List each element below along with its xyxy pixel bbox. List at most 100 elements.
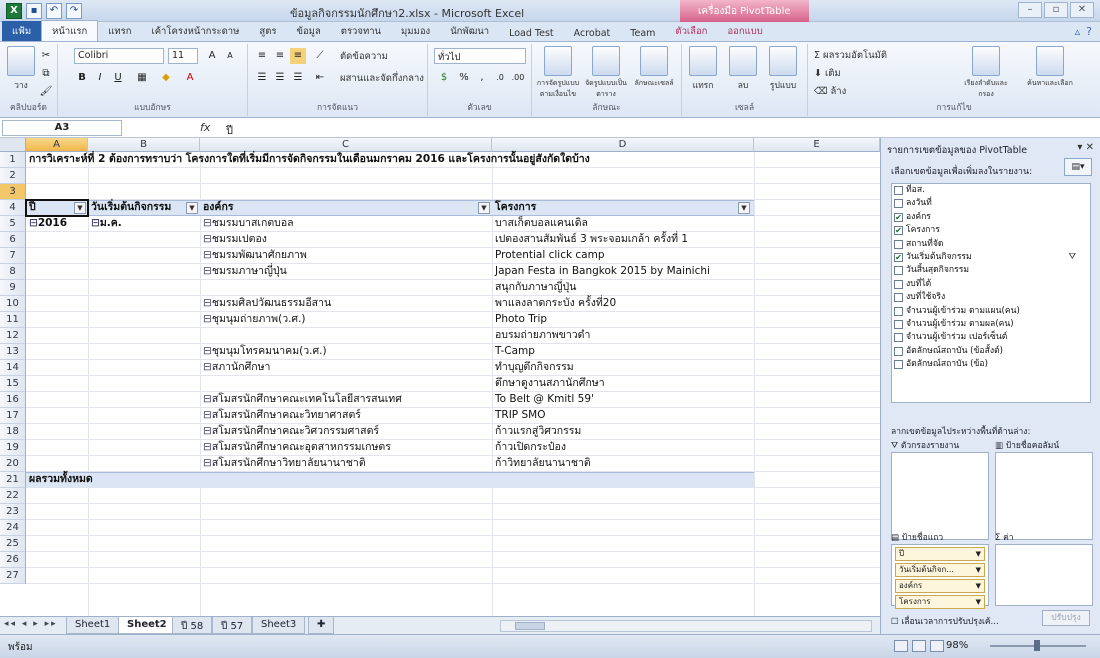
grow-font-icon[interactable]: A: [204, 48, 220, 64]
row-header[interactable]: 22: [0, 488, 26, 504]
collapse-icon[interactable]: ⊟: [29, 217, 38, 229]
field-item[interactable]: ✔ องค์กร: [892, 211, 1090, 224]
organization-cell[interactable]: ⊟สภานักศึกษา: [200, 360, 270, 376]
sheet-tab[interactable]: ปี 58: [172, 617, 213, 634]
collapse-icon[interactable]: ⊟: [203, 425, 212, 437]
project-cell[interactable]: ก้าวิทยาลัยนานาชาติ: [492, 456, 591, 472]
project-cell[interactable]: พาแลงลาดกระบัง ครั้งที่20: [492, 296, 616, 312]
analysis-title[interactable]: การวิเคราะห์ที่ 2 ต้องการทราบว่า โครงการ…: [26, 152, 590, 168]
undo-icon[interactable]: ↶: [46, 3, 62, 19]
merge-center-button[interactable]: ผสานและจัดกึ่งกลาง: [340, 71, 424, 86]
sheet-tab-active[interactable]: Sheet2: [118, 617, 176, 634]
select-all-corner[interactable]: [0, 138, 26, 152]
restore-icon[interactable]: ▫: [1044, 2, 1068, 18]
project-dropdown-icon[interactable]: ▼: [738, 202, 750, 214]
organization-cell[interactable]: ⊟ชมรมบาสเกตบอล: [200, 216, 294, 232]
start-date-filter-icon[interactable]: ▼: [186, 202, 198, 214]
column-header-c[interactable]: C: [200, 138, 492, 152]
row-header[interactable]: 16: [0, 392, 26, 408]
format-as-table-button[interactable]: จัดรูปแบบเป็นตาราง: [584, 46, 628, 100]
format-painter-icon[interactable]: 🖌: [38, 84, 54, 100]
redo-icon[interactable]: ↷: [66, 3, 82, 19]
field-item[interactable]: ✔ โครงการ: [892, 224, 1090, 237]
collapse-icon[interactable]: ⊟: [91, 217, 100, 229]
autosum-button[interactable]: Σ ผลรวมอัตโนมัติ: [814, 48, 887, 63]
page-layout-view-icon[interactable]: [912, 640, 926, 652]
tab-developer[interactable]: นักพัฒนา: [440, 21, 499, 41]
align-left-icon[interactable]: ☰: [254, 70, 270, 86]
column-labels-area[interactable]: [995, 452, 1093, 540]
indent-icon[interactable]: ⇤: [312, 70, 328, 86]
shrink-font-icon[interactable]: A: [222, 48, 238, 64]
tab-load-test[interactable]: Load Test: [499, 25, 564, 41]
tab-acrobat[interactable]: Acrobat: [564, 25, 621, 41]
row-header[interactable]: 1: [0, 152, 26, 168]
decrease-decimal-icon[interactable]: .00: [510, 70, 526, 86]
organization-cell[interactable]: ⊟สโมสรนักศึกษาคณะวิศวกรรมศาสตร์: [200, 424, 379, 440]
organization-cell[interactable]: ⊟ชมรมศิลปวัฒนธรรมอีสาน: [200, 296, 331, 312]
field-dropdown-icon[interactable]: ▼: [976, 564, 981, 576]
header-year[interactable]: ปี: [26, 200, 36, 216]
row-labels-area[interactable]: ปี ▼ วันเริ่มต้นกิจก... ▼ องค์กร ▼ โครงการ ▼: [891, 544, 989, 609]
tab-review[interactable]: ตรวจทาน: [331, 21, 391, 41]
row-header[interactable]: 8: [0, 264, 26, 280]
unchecked-checkbox-icon[interactable]: [894, 360, 903, 370]
field-item[interactable]: วันสิ้นสุดกิจกรรม: [892, 264, 1090, 277]
font-name-combo[interactable]: Colibri: [74, 48, 164, 64]
insert-sheet-icon[interactable]: ✚: [308, 617, 335, 634]
project-cell[interactable]: To Belt @ Kmitl 59': [492, 392, 594, 408]
project-cell[interactable]: TRIP SMO: [492, 408, 545, 424]
row-header[interactable]: 18: [0, 424, 26, 440]
field-dropdown-icon[interactable]: ▼: [976, 596, 981, 608]
cut-icon[interactable]: ✂: [38, 48, 54, 64]
field-item[interactable]: อัตลักษณ์สถาบัน (ข้อ): [892, 358, 1090, 371]
formula-input[interactable]: ปี: [226, 121, 233, 139]
tab-formulas[interactable]: สูตร: [249, 21, 286, 41]
row-header[interactable]: 6: [0, 232, 26, 248]
scroll-thumb[interactable]: [515, 622, 545, 630]
minimize-icon[interactable]: –: [1018, 2, 1042, 18]
organization-cell[interactable]: ⊟ชุมนุมโทรคมนาคม(ว.ศ.): [200, 344, 327, 360]
field-item[interactable]: จำนวนผู้เข้าร่วม เปอร์เซ็นต์: [892, 331, 1090, 344]
collapse-icon[interactable]: ⊟: [203, 233, 212, 245]
unchecked-checkbox-icon[interactable]: [894, 266, 903, 276]
page-break-view-icon[interactable]: [930, 640, 944, 652]
increase-decimal-icon[interactable]: .0: [492, 70, 508, 86]
values-area[interactable]: [995, 544, 1093, 606]
row-header[interactable]: 26: [0, 552, 26, 568]
number-format-combo[interactable]: ทั่วไป: [434, 48, 526, 64]
row-header[interactable]: 7: [0, 248, 26, 264]
field-item[interactable]: ที่อส.: [892, 184, 1090, 197]
align-middle-icon[interactable]: ≡: [272, 48, 288, 64]
wrap-text-button[interactable]: ตัดข้อความ: [340, 49, 388, 64]
field-item[interactable]: จำนวนผู้เข้าร่วม ตามแผน(คน): [892, 305, 1090, 318]
close-pane-icon[interactable]: ▾ ✕: [1077, 142, 1094, 153]
row-header[interactable]: 20: [0, 456, 26, 472]
organization-cell[interactable]: ⊟ชุมนุมถ่ายภาพ(ว.ศ.): [200, 312, 306, 328]
collapse-icon[interactable]: ⊟: [203, 249, 212, 261]
field-dropdown-icon[interactable]: ▼: [976, 580, 981, 592]
field-item[interactable]: อัตลักษณ์สถาบัน (ข้อสั้งต์): [892, 345, 1090, 358]
row-header[interactable]: 4: [0, 200, 26, 216]
zoom-thumb[interactable]: [1034, 640, 1040, 651]
sort-filter-button[interactable]: เรียงลำดับและกรอง: [958, 46, 1014, 100]
update-button[interactable]: ปรับปรุง: [1042, 610, 1090, 626]
unchecked-checkbox-icon[interactable]: [894, 346, 903, 356]
align-center-icon[interactable]: ☰: [272, 70, 288, 86]
organization-cell[interactable]: ⊟ชมรมภาษาญี่ปุ่น: [200, 264, 287, 280]
row-header[interactable]: 13: [0, 344, 26, 360]
copy-icon[interactable]: ⧉: [38, 66, 54, 82]
report-filter-area[interactable]: [891, 452, 989, 540]
cell-styles-button[interactable]: ลักษณะเซลล์: [632, 46, 676, 89]
sheet-tab[interactable]: Sheet3: [252, 617, 306, 634]
collapse-icon[interactable]: ⊟: [203, 409, 212, 421]
borders-icon[interactable]: ▦: [134, 70, 150, 86]
unchecked-checkbox-icon[interactable]: [894, 279, 903, 289]
project-cell[interactable]: T-Camp: [492, 344, 535, 360]
clear-button[interactable]: ⌫ ล้าง: [814, 84, 846, 99]
row-header[interactable]: 14: [0, 360, 26, 376]
sheet-tab[interactable]: ปี 57: [212, 617, 253, 634]
tab-insert[interactable]: แทรก: [98, 21, 141, 41]
field-dropdown-icon[interactable]: ▼: [976, 548, 981, 560]
field-item[interactable]: งบที่ได้: [892, 278, 1090, 291]
